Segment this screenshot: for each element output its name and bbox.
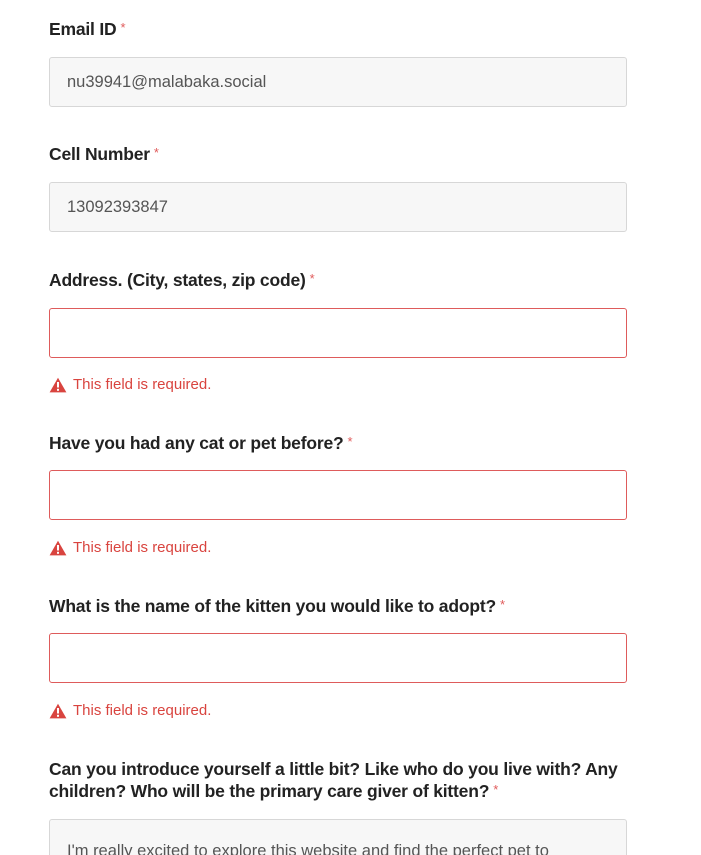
- introduce-textarea[interactable]: I'm really excited to explore this websi…: [49, 819, 627, 855]
- required-asterisk: *: [499, 597, 505, 612]
- kitten-name-label-text: What is the name of the kitten you would…: [49, 596, 496, 616]
- address-input[interactable]: [49, 308, 627, 358]
- email-input[interactable]: [49, 57, 627, 107]
- kitten-name-error-text: This field is required.: [73, 702, 212, 719]
- required-asterisk: *: [120, 20, 126, 35]
- cell-number-input[interactable]: [49, 182, 627, 232]
- cell-field-group: Cell Number *: [49, 143, 627, 232]
- introduce-label-line2: children? Who will be the primary care g…: [49, 781, 490, 801]
- email-label: Email ID *: [49, 18, 627, 42]
- required-asterisk: *: [347, 434, 353, 449]
- kitten-name-input[interactable]: [49, 633, 627, 683]
- pet-before-input[interactable]: [49, 470, 627, 520]
- pet-before-label: Have you had any cat or pet before? *: [49, 432, 627, 456]
- pet-before-error: This field is required.: [49, 539, 211, 556]
- pet-before-error-text: This field is required.: [73, 539, 212, 556]
- introduce-label-line2-wrap: children? Who will be the primary care g…: [49, 780, 627, 804]
- warning-triangle-icon: [49, 703, 67, 718]
- required-asterisk: *: [309, 271, 315, 286]
- address-label: Address. (City, states, zip code) *: [49, 269, 627, 293]
- required-asterisk: *: [493, 782, 499, 797]
- address-field-group: Address. (City, states, zip code) * This …: [49, 269, 627, 393]
- introduce-label-line1: Can you introduce yourself a little bit?…: [49, 759, 618, 779]
- warning-triangle-icon: [49, 540, 67, 555]
- address-error-text: This field is required.: [73, 376, 212, 393]
- address-label-text: Address. (City, states, zip code): [49, 270, 306, 290]
- kitten-name-error: This field is required.: [49, 702, 211, 719]
- email-label-text: Email ID: [49, 19, 117, 39]
- adoption-form: Email ID* Cell Number* Address. (City, s…: [0, 0, 701, 855]
- required-asterisk: *: [153, 145, 159, 160]
- kitten-name-field-group: What is the name of the kitten you would…: [49, 595, 627, 719]
- kitten-name-label: What is the name of the kitten you would…: [49, 595, 627, 619]
- cell-label-text: Cell Number: [49, 144, 150, 164]
- pet-before-label-text: Have you had any cat or pet before?: [49, 433, 344, 453]
- warning-triangle-icon: [49, 377, 67, 392]
- pet-before-field-group: Have you had any cat or pet before? * Thi…: [49, 432, 627, 556]
- address-error: This field is required.: [49, 376, 211, 393]
- introduce-field-group: Can you introduce yourself a little bit?…: [49, 758, 627, 855]
- cell-label: Cell Number *: [49, 143, 627, 167]
- introduce-label: Can you introduce yourself a little bit?…: [49, 758, 627, 804]
- email-field-group: Email ID *: [49, 18, 627, 107]
